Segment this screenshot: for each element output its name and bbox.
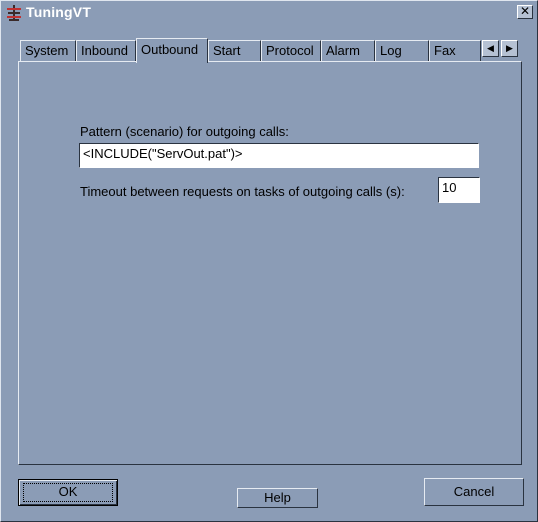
- scroll-right-icon[interactable]: ▶: [501, 40, 518, 57]
- help-button[interactable]: Help: [237, 488, 318, 508]
- ok-button[interactable]: OK: [18, 479, 118, 506]
- tab-protocol[interactable]: Protocol: [261, 40, 321, 61]
- focus-rect: [23, 483, 113, 502]
- tab-inbound[interactable]: Inbound: [76, 40, 136, 61]
- timeout-label: Timeout between requests on tasks of out…: [80, 184, 405, 199]
- cancel-button[interactable]: Cancel: [424, 478, 524, 506]
- tab-alarm[interactable]: Alarm: [321, 40, 375, 61]
- title-bar[interactable]: TuningVT ✕: [2, 2, 536, 23]
- dialog-window: TuningVT ✕ System Inbound Outbound Start…: [0, 0, 538, 522]
- tab-fax[interactable]: Fax: [429, 40, 481, 61]
- tab-system[interactable]: System: [20, 40, 76, 61]
- tab-log[interactable]: Log: [375, 40, 429, 61]
- close-icon[interactable]: ✕: [517, 5, 533, 19]
- tuning-app-icon: [7, 5, 21, 21]
- tab-outbound[interactable]: Outbound: [136, 38, 208, 63]
- timeout-input[interactable]: 10: [438, 177, 480, 203]
- pattern-input[interactable]: <INCLUDE("ServOut.pat")>: [79, 143, 479, 168]
- tab-start[interactable]: Start: [208, 40, 261, 61]
- tab-panel-outbound: Pattern (scenario) for outgoing calls: <…: [18, 61, 522, 465]
- pattern-label: Pattern (scenario) for outgoing calls:: [80, 124, 289, 139]
- window-title: TuningVT: [26, 4, 92, 20]
- scroll-left-icon[interactable]: ◀: [482, 40, 499, 57]
